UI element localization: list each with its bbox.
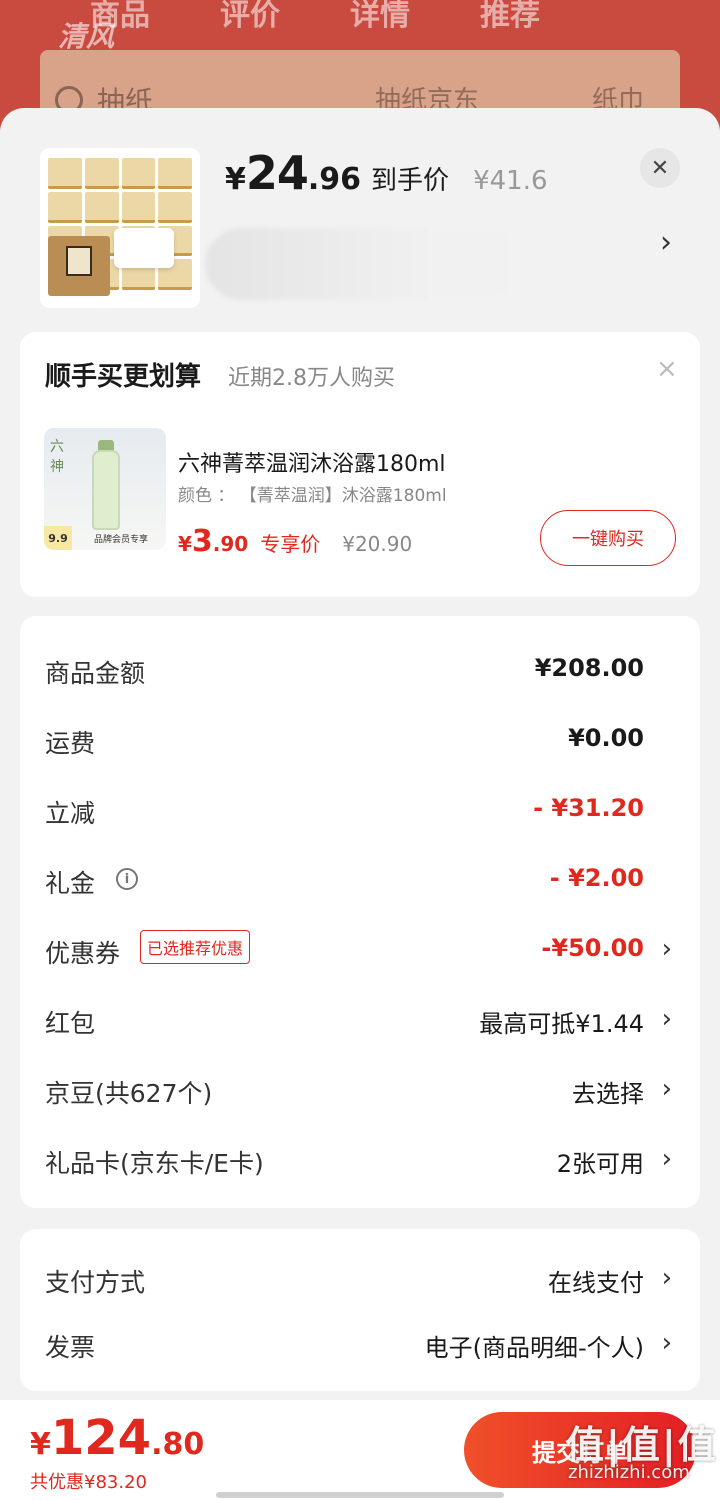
row-label: 支付方式 [45,1268,146,1297]
sku-selector-blurred[interactable] [205,228,535,300]
upsell-card: 顺手买更划算 近期2.8万人购买 × 六神 9.9 品牌会员专享 六神菁萃温润沐… [20,332,700,597]
total-price: ¥ 124 .80 [30,1410,204,1466]
checkout-footer: ¥ 124 .80 共优惠¥83.20 提交订单 值|值|值 zhizhizhi… [0,1400,720,1500]
background-tab: 详情 [350,0,410,33]
fee-row-red-packet[interactable]: 红包 最高可抵¥1.44 › [20,1000,700,1040]
currency-symbol: ¥ [225,162,246,197]
chevron-right-icon: › [661,1004,672,1034]
original-price: ¥41.6 [473,166,548,196]
total-decimal: .80 [151,1427,205,1462]
upsell-subtitle: 近期2.8万人购买 [228,366,395,391]
info-icon[interactable]: i [116,868,138,890]
price-tag: 专享价 [260,532,321,556]
tissue-box-image [48,236,110,296]
fee-row-gift-money: 礼金 i - ¥2.00 [20,860,700,900]
fee-row-instant-discount: 立减 - ¥31.20 [20,790,700,830]
upsell-product-spec: 颜色 ： 【菁萃温润】沐浴露180ml [178,486,447,506]
currency-symbol: ¥ [30,1427,51,1462]
checkout-sheet: ¥ 24 .96 到手价 ¥41.6 ✕ › 顺手买更划算 近期2.8万人购买 … [0,108,720,1500]
chevron-right-icon: › [661,1263,672,1293]
product-header: ¥ 24 .96 到手价 ¥41.6 ✕ › [0,108,720,320]
row-value: 2张可用 [556,1150,644,1178]
currency-symbol: ¥ [178,532,192,556]
row-label: 红包 [45,1009,96,1038]
close-button[interactable]: ✕ [640,148,680,188]
price-decimal: .96 [307,162,362,197]
home-indicator [216,1492,504,1498]
price-decimal: .90 [212,532,249,556]
chevron-right-icon: › [661,1074,672,1104]
upsell-title: 顺手买更划算 [45,362,202,392]
product-price: ¥ 24 .96 到手价 ¥41.6 [225,146,548,200]
fee-row-coupon[interactable]: 优惠券 已选推荐优惠 -¥50.00 › [20,930,700,970]
price-integer: 24 [245,146,309,200]
row-label: 商品金额 [45,659,146,688]
fee-row-goods-amount: 商品金额 ¥208.00 [20,650,700,690]
fee-row-shipping: 运费 ¥0.00 [20,720,700,760]
payment-method-row[interactable]: 支付方式 在线支付 › [20,1259,700,1299]
product-thumbnail[interactable] [40,148,200,308]
image-price-badge: 9.9 [44,526,72,550]
fee-row-jd-beans[interactable]: 京豆(共627个) 去选择 › [20,1070,700,1110]
background-tab: 商品 [90,0,150,33]
background-tab: 推荐 [480,0,540,33]
fee-row-gift-card[interactable]: 礼品卡(京东卡/E卡) 2张可用 › [20,1140,700,1180]
row-value: ¥208.00 [534,654,644,682]
row-value: ¥0.00 [568,724,644,752]
watermark-text: 值|值|值 [566,1423,718,1467]
close-icon: ✕ [650,155,670,181]
upsell-price: ¥ 3 .90 专享价 ¥20.90 [178,524,412,559]
row-value: 去选择 [572,1080,644,1108]
row-label: 优惠券 [45,939,121,968]
coupon-badge: 已选推荐优惠 [140,930,251,964]
row-value: 在线支付 [548,1269,644,1297]
row-label: 发票 [45,1333,96,1362]
row-label: 立减 [45,799,96,828]
payment-card: 支付方式 在线支付 › 发票 电子(商品明细-个人) › [20,1229,700,1391]
brand-mark-icon: 六神 [50,439,64,475]
image-footer-text: 品牌会员专享 [94,535,149,545]
background-tabs: 商品 评价 详情 推荐 [90,0,540,34]
row-value: 电子(商品明细-个人) [424,1334,644,1362]
tissue-sheet-image [114,228,174,268]
original-price: ¥20.90 [342,532,413,556]
upsell-product-image[interactable]: 六神 9.9 品牌会员专享 [44,428,166,550]
row-label: 礼金 [45,869,96,898]
row-value: - ¥31.20 [533,794,644,822]
chevron-right-icon: › [661,1328,672,1358]
fee-breakdown-card: 商品金额 ¥208.00 运费 ¥0.00 立减 - ¥31.20 礼金 i -… [20,616,700,1208]
background-tab: 评价 [220,0,280,33]
row-label: 礼品卡(京东卡/E卡) [45,1149,264,1178]
row-value: 最高可抵¥1.44 [479,1010,644,1038]
row-value: - ¥2.00 [549,864,644,892]
total-savings: 共优惠¥83.20 [30,1472,147,1493]
upsell-close-icon[interactable]: × [656,354,678,384]
row-label: 运费 [45,729,96,758]
price-integer: 3 [191,524,213,559]
total-integer: 124 [50,1410,152,1466]
invoice-row[interactable]: 发票 电子(商品明细-个人) › [20,1324,700,1364]
chevron-right-icon: › [661,1144,672,1174]
watermark-url: zhizhizhi.com [568,1462,690,1483]
watermark: 值|值|值 zhizhizhi.com [566,1414,716,1494]
one-click-buy-button[interactable]: 一键购买 [540,510,676,566]
price-tag: 到手价 [371,166,450,196]
row-value: -¥50.00 [541,934,644,962]
chevron-right-icon[interactable]: › [660,225,672,260]
chevron-right-icon: › [661,934,672,964]
bottle-icon [92,450,120,530]
row-label: 京豆(共627个) [45,1079,213,1108]
upsell-product-name[interactable]: 六神菁萃温润沐浴露180ml [178,446,446,478]
